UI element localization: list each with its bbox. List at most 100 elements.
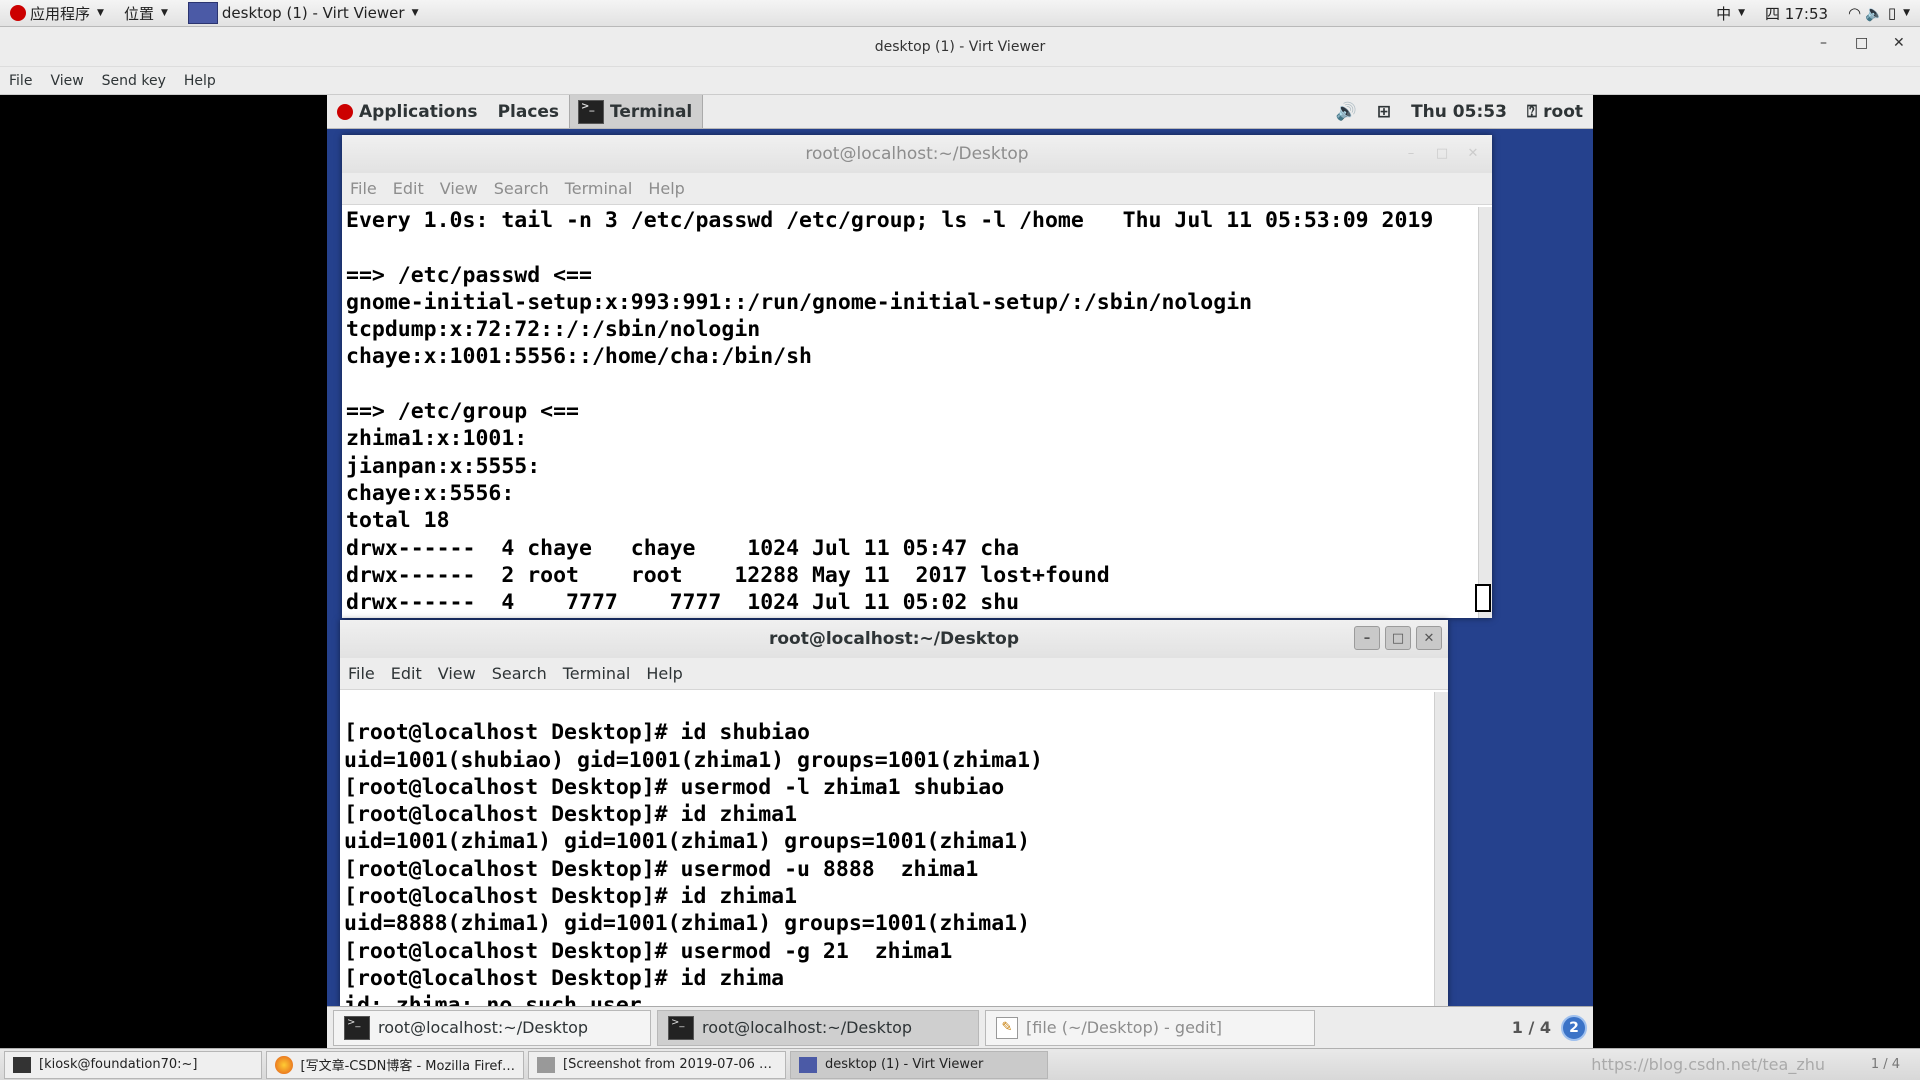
terminal-icon: >_ bbox=[578, 99, 605, 124]
host-task-firefox[interactable]: [写文章-CSDN博客 - Mozilla Firef… bbox=[266, 1050, 524, 1079]
terminal-line: drwx------ 4 chaye chaye 1024 Jul 11 05:… bbox=[346, 535, 1020, 561]
menu-edit[interactable]: Edit bbox=[383, 664, 430, 683]
workspace-indicator: 1 / 4 bbox=[1511, 1018, 1551, 1037]
battery-icon: ▯ bbox=[1887, 4, 1897, 22]
menu-terminal[interactable]: Terminal bbox=[555, 664, 639, 683]
close-icon[interactable]: ✕ bbox=[1416, 626, 1442, 650]
chevron-down-icon: ▼ bbox=[1903, 8, 1910, 18]
minimize-icon[interactable]: – bbox=[1820, 35, 1827, 51]
guest-places-menu[interactable]: Places bbox=[488, 95, 569, 128]
user-icon: ⍰ bbox=[1526, 101, 1538, 122]
maximize-icon[interactable]: □ bbox=[1429, 141, 1455, 165]
terminal-line: chaye:x:5556: bbox=[346, 480, 515, 506]
close-icon[interactable]: ✕ bbox=[1893, 35, 1905, 51]
terminal-line: uid=8888(zhima1) gid=1001(zhima1) groups… bbox=[344, 911, 1031, 937]
menu-terminal[interactable]: Terminal bbox=[557, 179, 641, 198]
host-apps-menu[interactable]: 应用程序 ▼ bbox=[0, 0, 114, 26]
menu-help[interactable]: Help bbox=[640, 179, 692, 198]
host-taskbar: [kiosk@foundation70:~] [写文章-CSDN博客 - Moz… bbox=[0, 1048, 1920, 1080]
notification-badge[interactable]: 2 bbox=[1561, 1014, 1587, 1041]
input-method-label: 中 bbox=[1716, 4, 1732, 23]
system-status-menu[interactable]: ◠ 🔈 ▯ ▼ bbox=[1838, 0, 1920, 26]
terminal-line: total 18 bbox=[346, 508, 450, 534]
host-clock[interactable]: 四 17:53 bbox=[1755, 0, 1838, 26]
host-task-label: [写文章-CSDN博客 - Mozilla Firef… bbox=[300, 1059, 516, 1074]
guest-applications-label: Applications bbox=[359, 101, 478, 122]
menu-view[interactable]: View bbox=[430, 664, 484, 683]
guest-task-terminal-1[interactable]: >_ root@localhost:~/Desktop bbox=[333, 1009, 651, 1046]
close-icon[interactable]: ✕ bbox=[1460, 141, 1486, 165]
guest-applications-menu[interactable]: Applications bbox=[327, 95, 488, 128]
host-task-label: [kiosk@foundation70:~] bbox=[39, 1057, 198, 1072]
menu-search[interactable]: Search bbox=[484, 664, 555, 683]
terminal-line: chaye:x:1001:5556::/home/cha:/bin/sh bbox=[346, 344, 812, 370]
guest-task-gedit[interactable]: ✎ [file (~/Desktop) - gedit] bbox=[985, 1009, 1315, 1046]
terminal-line: jianpan:x:5555: bbox=[346, 453, 541, 479]
host-top-panel: 应用程序 ▼ 位置 ▼ desktop (1) - Virt Viewer ▼ … bbox=[0, 0, 1920, 27]
menu-help[interactable]: Help bbox=[638, 664, 690, 683]
menu-search[interactable]: Search bbox=[486, 179, 557, 198]
minimize-icon[interactable]: – bbox=[1398, 141, 1424, 165]
terminal-line: [root@localhost Desktop]# usermod -l zhi… bbox=[344, 774, 1005, 800]
viewer-menubar: File View Send key Help bbox=[0, 67, 1920, 95]
terminal-titlebar[interactable]: root@localhost:~/Desktop – □ ✕ bbox=[342, 135, 1492, 173]
menu-edit[interactable]: Edit bbox=[385, 179, 432, 198]
guest-workspace-pager[interactable]: 1 / 4 2 bbox=[1511, 1014, 1593, 1041]
menu-file[interactable]: File bbox=[340, 664, 383, 683]
chevron-down-icon: ▼ bbox=[411, 8, 419, 18]
viewer-menu-help[interactable]: Help bbox=[175, 73, 225, 89]
host-task-label: desktop (1) - Virt Viewer bbox=[825, 1057, 984, 1072]
terminal-window-watch[interactable]: root@localhost:~/Desktop – □ ✕ File Edit… bbox=[342, 135, 1492, 618]
terminal-cursor bbox=[1475, 584, 1491, 612]
terminal-line: tcpdump:x:72:72::/:/sbin/nologin bbox=[346, 317, 761, 343]
terminal-line: drwx------ 4 7777 7777 1024 Jul 11 05:02… bbox=[346, 590, 1020, 616]
host-task-label: [Screenshot from 2019-07-06 … bbox=[563, 1057, 773, 1072]
guest-task-label: root@localhost:~/Desktop bbox=[378, 1018, 589, 1037]
terminal-line: [root@localhost Desktop]# id zhima bbox=[344, 965, 785, 991]
terminal-line: id: zhima: no such user bbox=[344, 993, 642, 1006]
chevron-down-icon: ▼ bbox=[160, 8, 168, 18]
minimize-icon[interactable]: – bbox=[1354, 626, 1380, 650]
viewer-menu-file[interactable]: File bbox=[0, 73, 41, 89]
menu-file[interactable]: File bbox=[342, 179, 385, 198]
maximize-icon[interactable]: □ bbox=[1385, 626, 1411, 650]
guest-desktop[interactable]: Applications Places >_ Terminal 🔊 ⊞ Thu … bbox=[327, 95, 1593, 1048]
guest-clock[interactable]: Thu 05:53 bbox=[1401, 95, 1517, 128]
guest-terminal-label: Terminal bbox=[610, 101, 693, 122]
guest-user-label: root bbox=[1543, 101, 1583, 122]
terminal-line: ==> /etc/group <== bbox=[346, 399, 579, 425]
maximize-icon[interactable]: □ bbox=[1855, 35, 1868, 51]
terminal-icon bbox=[13, 1056, 31, 1073]
terminal-line: zhima1:x:1001: bbox=[346, 426, 528, 452]
guest-terminal-app[interactable]: >_ Terminal bbox=[569, 95, 704, 128]
terminal-scrollbar[interactable] bbox=[1478, 207, 1492, 618]
guest-places-label: Places bbox=[497, 101, 560, 122]
host-window-menu[interactable]: desktop (1) - Virt Viewer ▼ bbox=[178, 0, 429, 26]
guest-volume[interactable]: 🔊 bbox=[1326, 95, 1367, 128]
guest-network[interactable]: ⊞ bbox=[1367, 95, 1401, 128]
viewer-menu-send-key[interactable]: Send key bbox=[93, 73, 175, 89]
terminal-line: drwx------ 2 root root 12288 May 11 2017… bbox=[346, 562, 1110, 588]
terminal-line: [root@localhost Desktop]# usermod -g 21 … bbox=[344, 938, 953, 964]
host-places-menu[interactable]: 位置 ▼ bbox=[114, 0, 178, 26]
terminal-window-shell[interactable]: root@localhost:~/Desktop – □ ✕ File Edit… bbox=[340, 620, 1448, 1006]
terminal-output[interactable]: [root@localhost Desktop]# id shubiao uid=… bbox=[340, 692, 1434, 1006]
input-method-indicator[interactable]: 中 ▼ bbox=[1706, 0, 1755, 26]
viewer-menu-view[interactable]: View bbox=[41, 73, 92, 89]
terminal-output[interactable]: Every 1.0s: tail -n 3 /etc/passwd /etc/g… bbox=[342, 207, 1478, 618]
host-task-terminal[interactable]: [kiosk@foundation70:~] bbox=[4, 1050, 262, 1079]
host-task-screenshot[interactable]: [Screenshot from 2019-07-06 … bbox=[528, 1050, 786, 1079]
terminal-line: [root@localhost Desktop]# id shubiao bbox=[344, 720, 810, 746]
terminal-titlebar[interactable]: root@localhost:~/Desktop – □ ✕ bbox=[340, 620, 1448, 658]
menu-view[interactable]: View bbox=[432, 179, 486, 198]
terminal-line: gnome-initial-setup:x:993:991::/run/gnom… bbox=[346, 289, 1253, 315]
guest-user-menu[interactable]: ⍰ root bbox=[1517, 95, 1593, 128]
volume-icon: 🔊 bbox=[1335, 101, 1357, 122]
host-workspace-pager[interactable]: 1 / 4 bbox=[1871, 1057, 1920, 1072]
guest-task-terminal-2[interactable]: >_ root@localhost:~/Desktop bbox=[657, 1009, 979, 1046]
terminal-menubar: File Edit View Search Terminal Help bbox=[340, 658, 1448, 690]
terminal-scrollbar[interactable] bbox=[1434, 692, 1448, 1006]
host-task-virt-viewer[interactable]: desktop (1) - Virt Viewer bbox=[790, 1050, 1048, 1079]
